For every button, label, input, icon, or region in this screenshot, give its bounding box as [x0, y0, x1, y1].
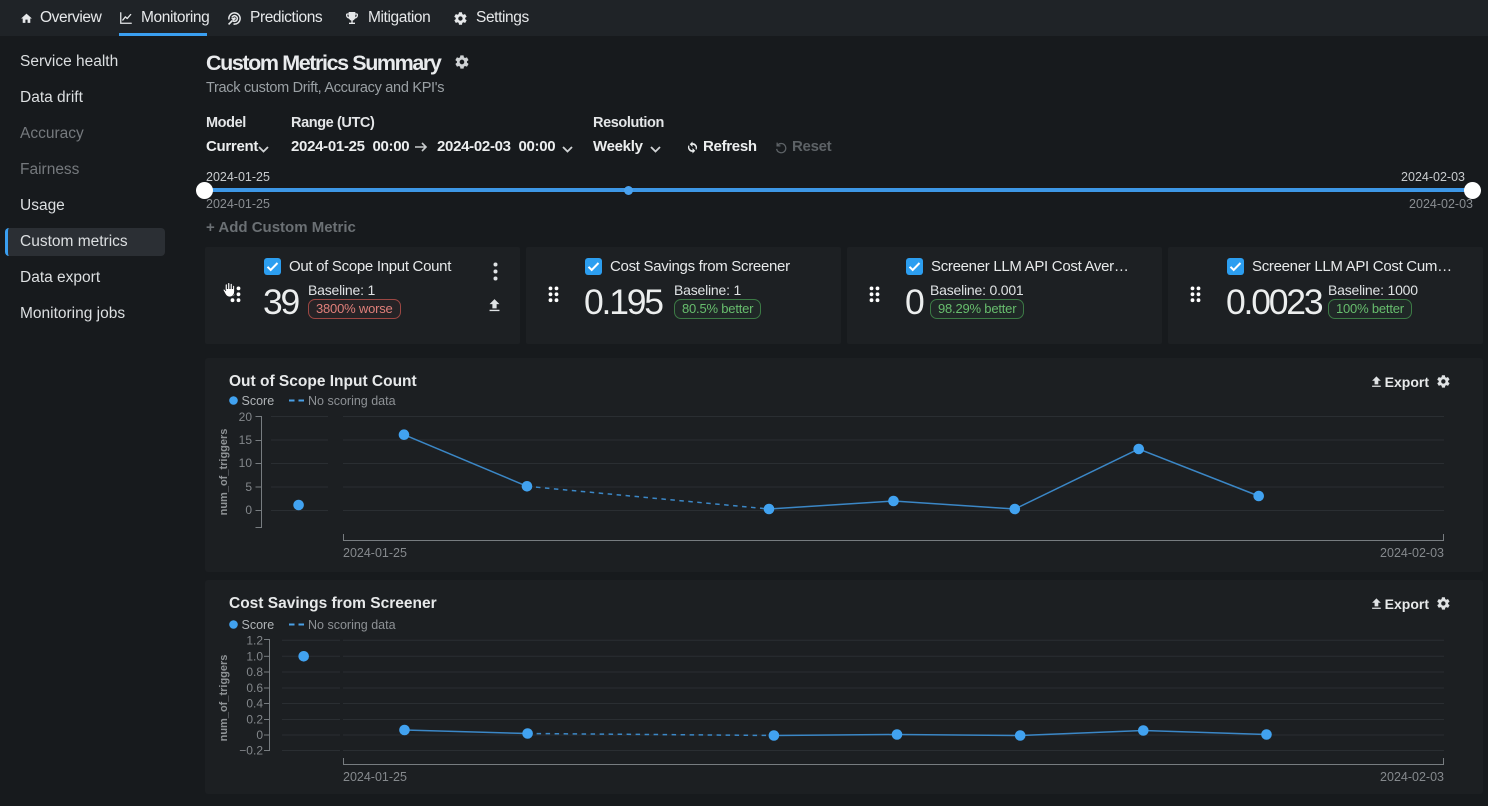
- svg-text:0.8: 0.8: [246, 665, 263, 679]
- svg-text:2024-01-25: 2024-01-25: [343, 770, 407, 784]
- svg-text:15: 15: [239, 433, 253, 447]
- svg-text:1.2: 1.2: [246, 633, 263, 647]
- svg-text:No scoring data: No scoring data: [308, 618, 396, 632]
- svg-text:0.4: 0.4: [246, 697, 263, 711]
- svg-text:Cost Savings from Screener: Cost Savings from Screener: [229, 595, 437, 612]
- svg-text:0: 0: [256, 728, 263, 742]
- svg-text:−0.2: −0.2: [239, 744, 263, 758]
- svg-text:10: 10: [239, 456, 253, 470]
- svg-text:num_of_triggers: num_of_triggers: [218, 429, 230, 516]
- svg-text:No scoring data: No scoring data: [308, 394, 396, 408]
- svg-text:Score: Score: [242, 394, 275, 408]
- svg-text:2024-02-03: 2024-02-03: [1380, 546, 1444, 560]
- svg-text:2024-02-03: 2024-02-03: [1380, 770, 1444, 784]
- svg-text:2024-01-25: 2024-01-25: [343, 546, 407, 560]
- svg-text:20: 20: [239, 410, 253, 424]
- svg-text:0.6: 0.6: [246, 681, 263, 695]
- svg-text:0.2: 0.2: [246, 713, 263, 727]
- svg-text:Out of Scope Input Count: Out of Scope Input Count: [229, 373, 417, 390]
- svg-text:Export: Export: [1385, 374, 1430, 390]
- svg-text:num_of_triggers: num_of_triggers: [218, 655, 230, 742]
- svg-text:Export: Export: [1385, 596, 1430, 612]
- svg-text:1.0: 1.0: [246, 649, 263, 663]
- svg-text:Score: Score: [242, 618, 275, 632]
- svg-text:0: 0: [245, 503, 252, 517]
- svg-text:5: 5: [245, 480, 252, 494]
